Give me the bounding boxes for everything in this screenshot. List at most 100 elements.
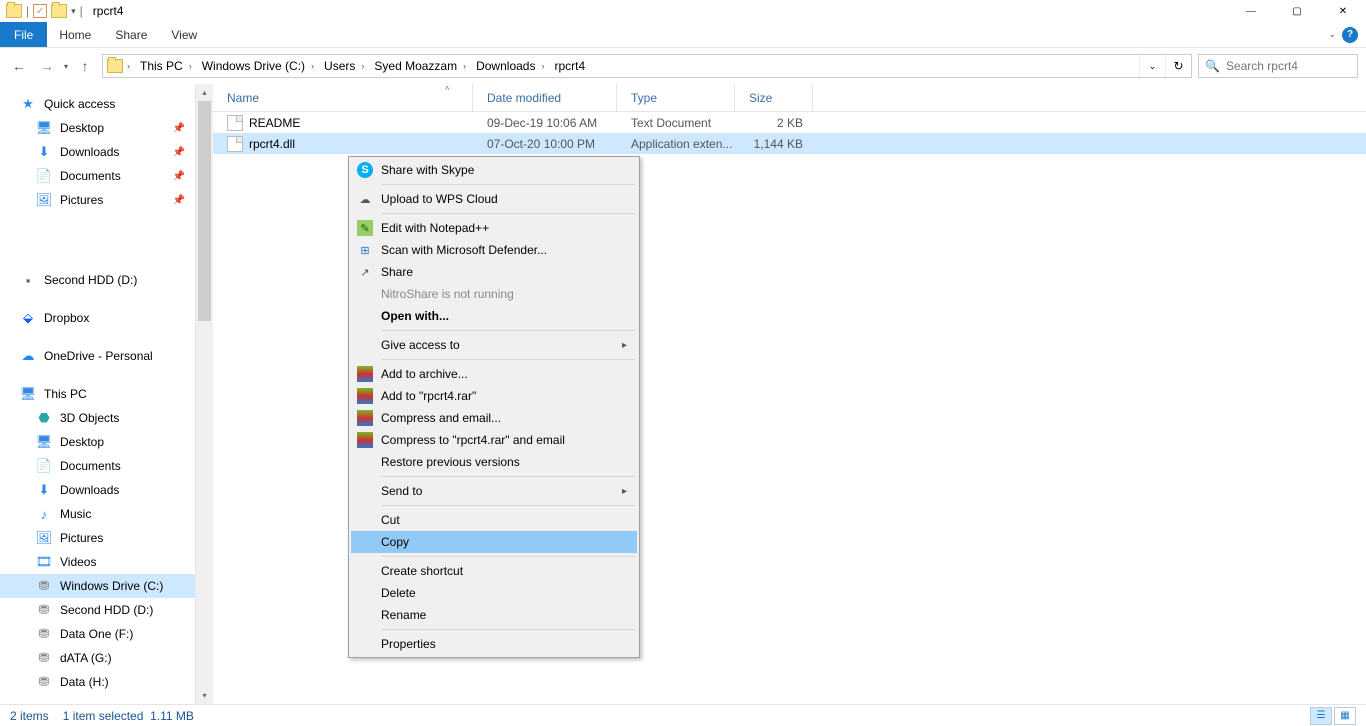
ctx-rename[interactable]: Rename: [351, 604, 637, 626]
sidebar-second-hdd2[interactable]: ⛃Second HDD (D:): [0, 598, 195, 622]
document-icon: 📄: [36, 458, 52, 474]
ctx-create-shortcut[interactable]: Create shortcut: [351, 560, 637, 582]
pin-icon: 📌: [173, 171, 185, 182]
sidebar-pictures[interactable]: 🖼Pictures📌: [0, 188, 195, 212]
window-title: rpcrt4: [93, 4, 124, 18]
ctx-scan-defender[interactable]: ⊞Scan with Microsoft Defender...: [351, 239, 637, 261]
drive-icon: ⛃: [36, 650, 52, 666]
ctx-upload-wps[interactable]: ☁Upload to WPS Cloud: [351, 188, 637, 210]
help-icon[interactable]: ?: [1342, 27, 1358, 43]
ctx-send-to[interactable]: Send to▸: [351, 480, 637, 502]
history-dropdown-icon[interactable]: ▾: [64, 62, 68, 71]
sidebar-windows-drive[interactable]: ⛃Windows Drive (C:): [0, 574, 195, 598]
breadcrumb-drive[interactable]: Windows Drive (C:): [196, 55, 307, 77]
ctx-share[interactable]: ↗Share: [351, 261, 637, 283]
column-headers: Name˄ Date modified Type Size: [213, 84, 1366, 112]
qat-open-icon[interactable]: [51, 4, 67, 18]
qat-properties-icon[interactable]: ✓: [33, 4, 47, 18]
ctx-compress-rar-email[interactable]: Compress to "rpcrt4.rar" and email: [351, 429, 637, 451]
sidebar-videos[interactable]: 🎞Videos: [0, 550, 195, 574]
ribbon-collapse-icon[interactable]: ⌄: [1328, 29, 1336, 40]
sidebar-pictures2[interactable]: 🖼Pictures: [0, 526, 195, 550]
breadcrumb-downloads[interactable]: Downloads: [470, 55, 537, 77]
ctx-compress-email[interactable]: Compress and email...: [351, 407, 637, 429]
up-button[interactable]: ↑: [74, 55, 96, 77]
menu-home[interactable]: Home: [47, 22, 103, 47]
view-details-button[interactable]: ☰: [1310, 707, 1332, 725]
pin-icon: 📌: [173, 147, 185, 158]
forward-button[interactable]: →: [36, 55, 58, 77]
column-date[interactable]: Date modified: [473, 84, 617, 111]
address-dropdown-icon[interactable]: ⌄: [1139, 55, 1165, 77]
ctx-add-rar[interactable]: Add to "rpcrt4.rar": [351, 385, 637, 407]
breadcrumb-users[interactable]: Users: [318, 55, 357, 77]
view-large-button[interactable]: ▦: [1334, 707, 1356, 725]
ctx-share-skype[interactable]: SShare with Skype: [351, 159, 637, 181]
scroll-thumb[interactable]: [198, 101, 211, 321]
pictures-icon: 🖼: [36, 192, 52, 208]
maximize-button[interactable]: ▢: [1274, 0, 1320, 22]
sidebar-downloads2[interactable]: ⬇Downloads: [0, 478, 195, 502]
scroll-up-icon[interactable]: ▴: [196, 84, 213, 101]
pin-icon: 📌: [173, 195, 185, 206]
sidebar-onedrive[interactable]: ☁OneDrive - Personal: [0, 344, 195, 368]
close-button[interactable]: ✕: [1320, 0, 1366, 22]
chevron-right-icon[interactable]: ›: [123, 61, 134, 71]
menu-view[interactable]: View: [159, 22, 209, 47]
breadcrumb-thispc[interactable]: This PC: [134, 55, 185, 77]
column-name[interactable]: Name˄: [213, 84, 473, 111]
nav-bar: ← → ▾ ↑ › This PC› Windows Drive (C:)› U…: [0, 48, 1366, 84]
sidebar-3dobjects[interactable]: ⬣3D Objects: [0, 406, 195, 430]
ctx-give-access[interactable]: Give access to▸: [351, 334, 637, 356]
sidebar-data-g[interactable]: ⛃dATA (G:): [0, 646, 195, 670]
breadcrumb-user[interactable]: Syed Moazzam: [368, 55, 459, 77]
sidebar: ★Quick access 🖥Desktop📌 ⬇Downloads📌 📄Doc…: [0, 84, 196, 704]
back-button[interactable]: ←: [8, 55, 30, 77]
file-row[interactable]: rpcrt4.dll 07-Oct-20 10:00 PM Applicatio…: [213, 133, 1366, 154]
sidebar-desktop2[interactable]: 🖥Desktop: [0, 430, 195, 454]
sidebar-documents[interactable]: 📄Documents📌: [0, 164, 195, 188]
document-icon: 📄: [36, 168, 52, 184]
sidebar-quick-access[interactable]: ★Quick access: [0, 92, 195, 116]
ctx-delete[interactable]: Delete: [351, 582, 637, 604]
sidebar-second-hdd[interactable]: ▪Second HDD (D:): [0, 268, 195, 292]
title-bar: | ✓ ▾ | rpcrt4 — ▢ ✕: [0, 0, 1366, 22]
music-icon: ♪: [36, 506, 52, 522]
ctx-restore-versions[interactable]: Restore previous versions: [351, 451, 637, 473]
hdd-icon: ▪: [20, 272, 36, 288]
pictures-icon: 🖼: [36, 530, 52, 546]
scroll-down-icon[interactable]: ▾: [196, 687, 213, 704]
sidebar-thispc[interactable]: 🖥This PC: [0, 382, 195, 406]
refresh-icon[interactable]: ↻: [1165, 55, 1191, 77]
menu-file[interactable]: File: [0, 22, 47, 47]
column-size[interactable]: Size: [735, 84, 813, 111]
pc-icon: 🖥: [20, 386, 36, 402]
sidebar-data-h[interactable]: ⛃Data (H:): [0, 670, 195, 694]
defender-icon: ⊞: [357, 242, 373, 258]
ctx-nitroshare: NitroShare is not running: [351, 283, 637, 305]
menu-share[interactable]: Share: [103, 22, 159, 47]
archive-icon: [357, 366, 373, 382]
ctx-add-archive[interactable]: Add to archive...: [351, 363, 637, 385]
sidebar-scrollbar[interactable]: ▴ ▾: [196, 84, 213, 704]
ctx-copy[interactable]: Copy: [351, 531, 637, 553]
minimize-button[interactable]: —: [1228, 0, 1274, 22]
column-type[interactable]: Type: [617, 84, 735, 111]
address-bar[interactable]: › This PC› Windows Drive (C:)› Users› Sy…: [102, 54, 1192, 78]
chevron-right-icon: ▸: [622, 486, 627, 497]
ctx-properties[interactable]: Properties: [351, 633, 637, 655]
sort-indicator-icon: ˄: [445, 84, 450, 93]
sidebar-data-f[interactable]: ⛃Data One (F:): [0, 622, 195, 646]
sidebar-documents2[interactable]: 📄Documents: [0, 454, 195, 478]
file-row[interactable]: README 09-Dec-19 10:06 AM Text Document …: [213, 112, 1366, 133]
ctx-cut[interactable]: Cut: [351, 509, 637, 531]
sidebar-desktop[interactable]: 🖥Desktop📌: [0, 116, 195, 140]
ctx-edit-npp[interactable]: ✎Edit with Notepad++: [351, 217, 637, 239]
breadcrumb-current[interactable]: rpcrt4: [548, 55, 587, 77]
sidebar-dropbox[interactable]: ⬙Dropbox: [0, 306, 195, 330]
qat-customize-icon[interactable]: ▾: [71, 6, 76, 17]
sidebar-music[interactable]: ♪Music: [0, 502, 195, 526]
search-input[interactable]: 🔍 Search rpcrt4: [1198, 54, 1358, 78]
sidebar-downloads[interactable]: ⬇Downloads📌: [0, 140, 195, 164]
ctx-open-with[interactable]: Open with...: [351, 305, 637, 327]
